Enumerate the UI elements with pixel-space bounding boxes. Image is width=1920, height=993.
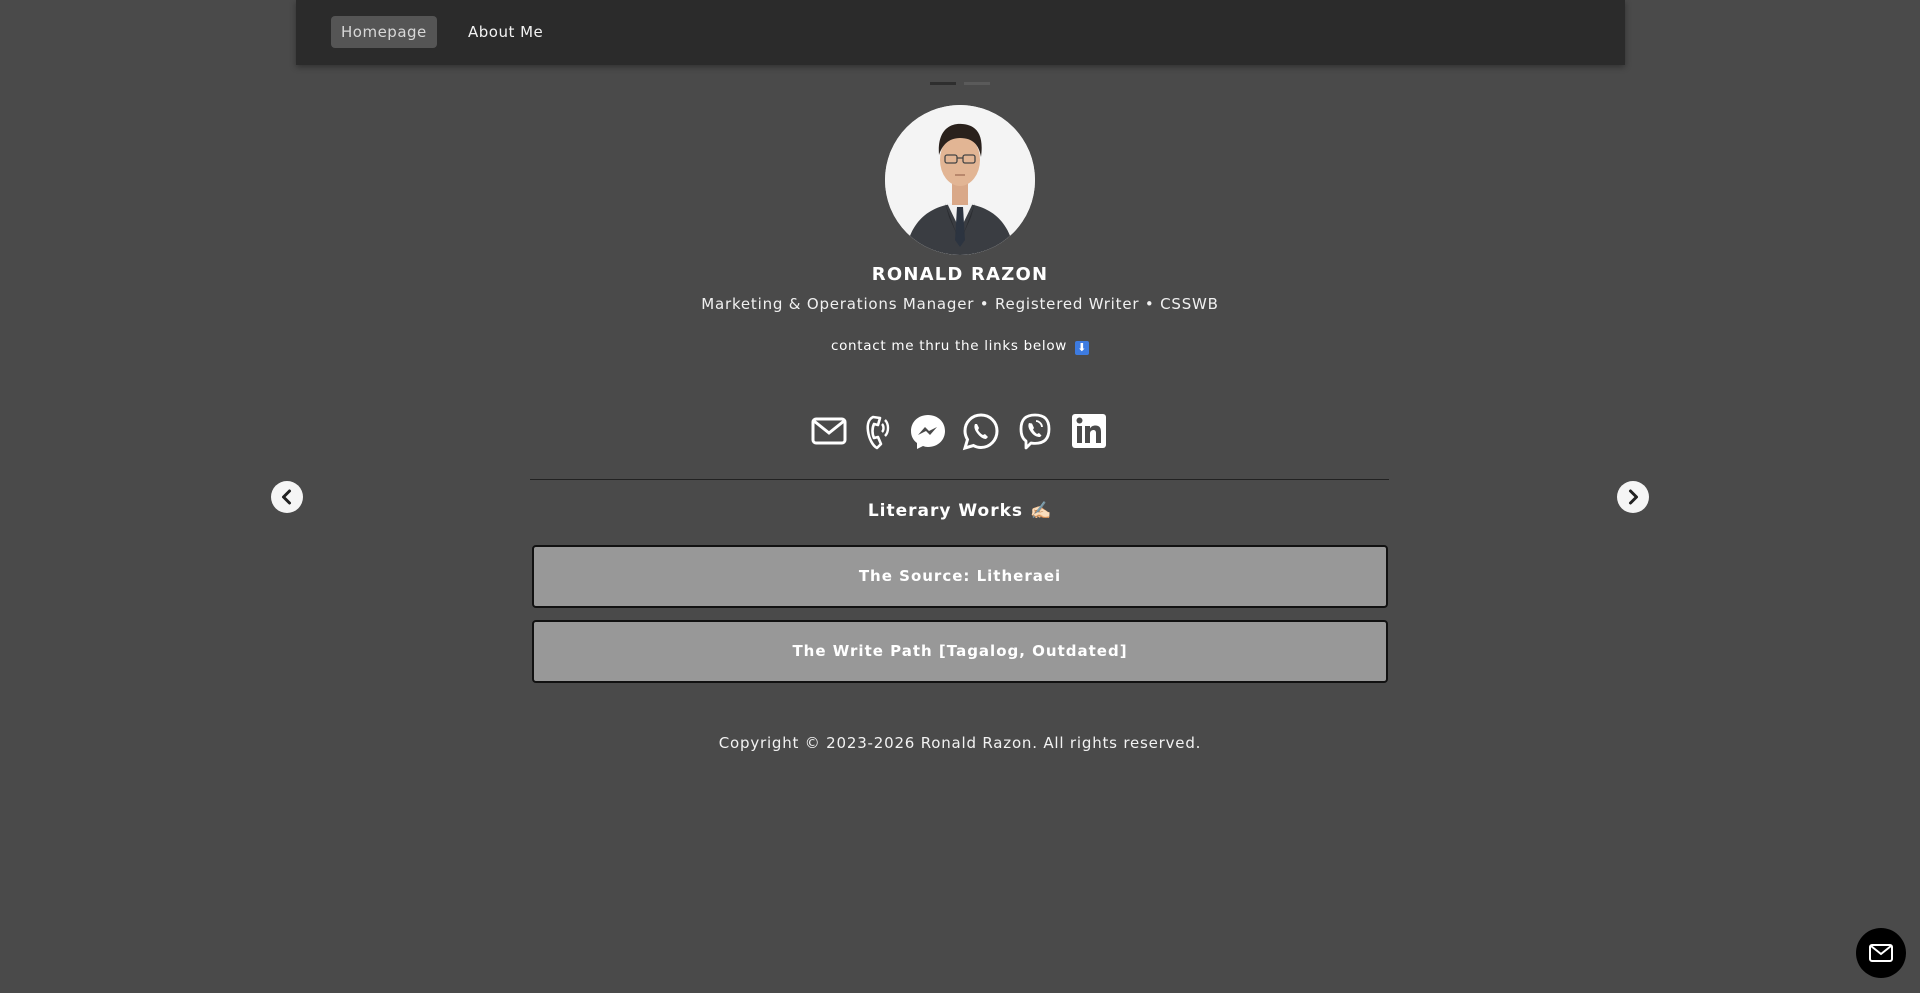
down-arrow-icon: ⬇ (1075, 341, 1090, 355)
page: Homepage About Me RONALD RAZON Marketing… (0, 0, 1920, 993)
work-link-the-source[interactable]: The Source: Litheraei (532, 545, 1388, 608)
profile-name: RONALD RAZON (871, 264, 1049, 285)
writing-hand-icon: ✍🏻 (1029, 501, 1053, 521)
carousel-prev-button[interactable] (271, 481, 303, 513)
mail-icon (1869, 944, 1893, 962)
messenger-icon[interactable] (909, 410, 947, 452)
floating-mail-button[interactable] (1856, 928, 1906, 978)
chevron-left-icon (282, 489, 291, 505)
whatsapp-icon[interactable] (962, 410, 1000, 452)
work-link-the-write-path[interactable]: The Write Path [Tagalog, Outdated] (532, 620, 1388, 683)
viber-icon[interactable] (1017, 410, 1053, 452)
avatar (885, 105, 1035, 255)
carousel-indicator-2[interactable] (964, 82, 990, 85)
carousel-indicator-1[interactable] (930, 82, 956, 85)
profile-subtitle: Marketing & Operations Manager • Registe… (701, 295, 1219, 313)
phone-icon[interactable] (864, 410, 892, 452)
footer-copyright: Copyright © 2023-2026 Ronald Razon. All … (718, 734, 1202, 752)
contact-note-text: contact me thru the links below (830, 338, 1068, 354)
carousel-next-button[interactable] (1617, 481, 1649, 513)
contact-note: contact me thru the links below ⬇ (0, 338, 1920, 355)
section-divider (530, 479, 1389, 480)
linkedin-icon[interactable] (1071, 410, 1107, 452)
email-icon[interactable] (810, 410, 848, 452)
literary-works-label: Literary Works (867, 501, 1024, 521)
nav-about-me[interactable]: About Me (458, 16, 553, 48)
nav-homepage[interactable]: Homepage (331, 16, 437, 48)
top-navbar: Homepage About Me (296, 0, 1625, 65)
chevron-right-icon (1629, 489, 1638, 505)
